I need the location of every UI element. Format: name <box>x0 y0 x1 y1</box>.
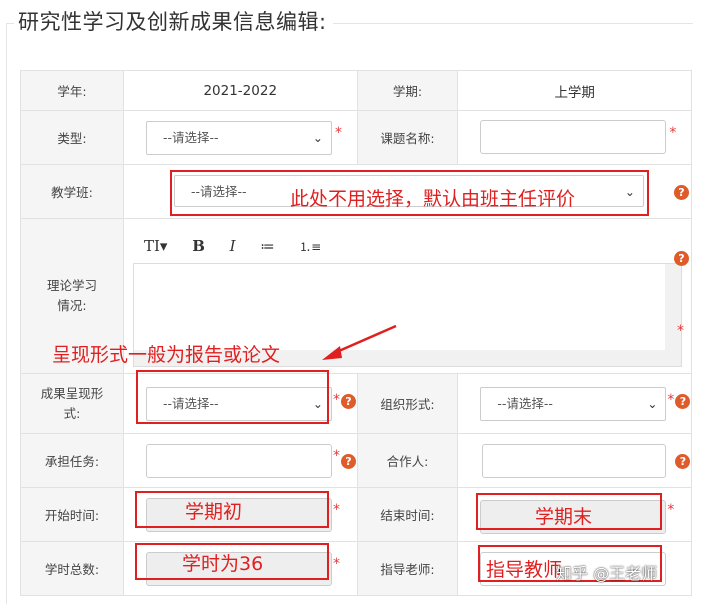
advisor-label: 指导老师: <box>356 541 459 596</box>
presentation-label: 成果呈现形式: <box>20 373 124 434</box>
year-value: 2021-2022 <box>203 82 278 99</box>
year-label: 学年: <box>20 70 124 111</box>
required-star: * <box>332 448 340 464</box>
org-form-label: 组织形式: <box>356 373 459 434</box>
presentation-annotation-text: 呈现形式一般为报告或论文 <box>52 344 281 366</box>
type-select[interactable]: --请选择-- ⌄ <box>145 121 332 155</box>
numbered-list-button[interactable]: ⒈≡ <box>299 238 321 255</box>
required-star: * <box>667 392 675 408</box>
presentation-annotation-box <box>136 370 329 424</box>
start-time-label: 开始时间: <box>20 487 124 542</box>
advisor-annotation-text: 指导教师 <box>486 559 563 581</box>
chevron-down-icon: ⌄ <box>312 131 323 145</box>
font-size-button[interactable]: TI▾ <box>144 237 167 255</box>
term-label: 学期: <box>356 70 459 111</box>
class-label: 教学班: <box>20 164 124 219</box>
help-icon[interactable]: ? <box>673 185 689 200</box>
chevron-down-icon: ⌄ <box>647 397 658 411</box>
required-star: * <box>334 125 342 141</box>
bold-button[interactable]: B <box>192 237 205 255</box>
help-icon[interactable]: ? <box>340 454 356 469</box>
bullet-list-button[interactable]: ≔ <box>260 239 274 255</box>
partner-label: 合作人: <box>356 433 459 488</box>
annotation-arrow-icon <box>322 324 397 360</box>
editor-toolbar: TI▾ B I ≔ ⒈≡ <box>144 237 341 255</box>
end-time-label: 结束时间: <box>356 487 459 542</box>
type-label: 类型: <box>20 110 124 165</box>
required-star: * <box>332 556 340 572</box>
watermark: 知乎 @王老师 <box>556 564 658 583</box>
topic-label: 课题名称: <box>356 110 459 165</box>
required-star: * <box>667 502 675 518</box>
task-input[interactable] <box>145 444 332 478</box>
presentation-label-text: 成果呈现形式: <box>40 385 104 421</box>
type-select-value: --请选择-- <box>162 130 219 145</box>
hours-annotation-text: 学时为36 <box>182 553 264 575</box>
org-form-select[interactable]: --请选择-- ⌄ <box>480 387 667 421</box>
required-star: * <box>332 392 340 408</box>
org-form-select-value: --请选择-- <box>497 396 553 411</box>
section-title: 研究性学习及创新成果信息编辑: <box>14 6 333 36</box>
italic-button[interactable]: I <box>230 237 236 255</box>
theory-label-text: 理论学习情况: <box>46 278 97 313</box>
help-icon[interactable]: ? <box>673 251 689 266</box>
help-icon[interactable]: ? <box>340 394 356 409</box>
partner-input[interactable] <box>482 444 667 478</box>
required-star: * <box>669 125 677 141</box>
help-icon[interactable]: ? <box>675 454 691 469</box>
topic-input[interactable] <box>480 120 667 154</box>
class-annotation-text: 此处不用选择，默认由班主任评价 <box>290 188 576 210</box>
term-value: 上学期 <box>554 84 595 101</box>
end-annotation-text: 学期末 <box>535 506 593 528</box>
required-star: * <box>332 502 340 518</box>
total-hours-label: 学时总数: <box>20 541 124 596</box>
required-star: * <box>676 323 684 339</box>
help-icon[interactable]: ? <box>675 394 691 409</box>
start-annotation-text: 学期初 <box>185 501 243 523</box>
task-label: 承担任务: <box>20 433 124 488</box>
